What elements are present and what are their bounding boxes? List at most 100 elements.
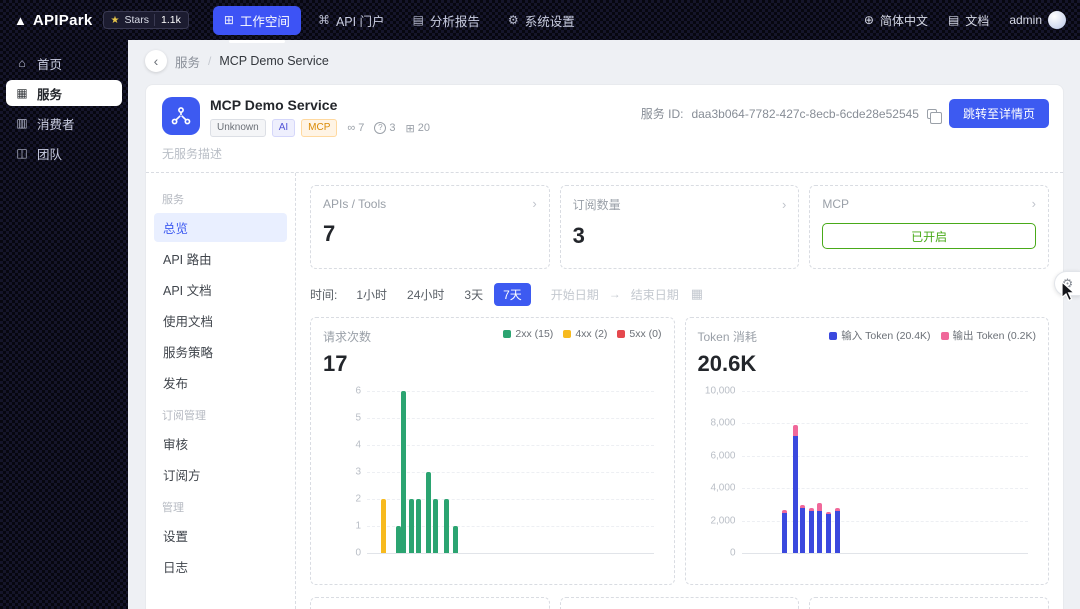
date-range-picker[interactable]: 开始日期 → 结束日期 (551, 286, 679, 303)
chart-bar[interactable] (452, 526, 458, 553)
chart-bar[interactable] (800, 505, 806, 553)
legend-marker (617, 330, 626, 338)
menu-item[interactable]: 日志 (154, 552, 287, 581)
chart-bar[interactable] (381, 499, 387, 553)
y-axis-label: 3 (355, 466, 361, 478)
start-date-input[interactable]: 开始日期 (551, 286, 599, 303)
y-axis-label: 2,000 (710, 515, 736, 527)
bar-segment (800, 507, 806, 553)
bar-segment (444, 499, 450, 553)
topnav-items: ⊞ 工作空间 ⌘ API 门户 ▤ 分析报告 ⚙ 系统设置 (212, 5, 586, 43)
menu-item[interactable]: 发布 (154, 368, 287, 397)
stat-card-value: 3 (572, 223, 585, 248)
topnav-item[interactable]: ⊞ 工作空间 (212, 5, 301, 43)
goto-detail-button[interactable]: 跳转至详情页 (948, 99, 1049, 128)
chart-total: 17 (323, 351, 348, 376)
sidebar-item[interactable]: ▥ 消费者 (6, 110, 122, 136)
floating-settings-button[interactable]: ⚙ (1054, 271, 1080, 296)
chart-total: 20.6K (697, 351, 757, 376)
github-stars-badge[interactable]: ★ Stars 1.1k (102, 11, 189, 29)
menu-item[interactable]: 设置 (154, 521, 287, 550)
chart-bar[interactable] (401, 391, 407, 553)
consumers-icon: ▥ (16, 116, 28, 130)
menu-item[interactable]: 服务策略 (154, 337, 287, 366)
topnav-item-label: API 门户 (335, 14, 385, 29)
menu-section-title: 服务 (162, 194, 184, 206)
sidebar-item[interactable]: ⌂ 首页 (6, 50, 122, 76)
chart-bar[interactable] (793, 425, 799, 553)
sidebar-item[interactable]: ▦ 服务 (6, 80, 122, 106)
topnav-item[interactable]: ▤ 分析报告 (402, 6, 491, 35)
topnav-item-label: 系统设置 (524, 14, 575, 29)
mcp-enabled-button[interactable]: 已开启 (822, 223, 1037, 249)
sidebar-item-label: 团队 (37, 147, 63, 162)
menu-item[interactable]: 审核 (154, 429, 287, 458)
service-icon (162, 97, 200, 135)
docs-link[interactable]: ▤ 文档 (948, 12, 989, 29)
gridline (741, 391, 1028, 392)
y-axis-label: 10,000 (704, 385, 736, 397)
avg-token-rate-card: 平均 Token 速率 429 Token/s4 Token/s 9 Token… (310, 597, 550, 609)
y-axis-label: 4,000 (710, 482, 736, 494)
time-filter-chips: 1小时 24小时 3天 7天 (347, 282, 531, 306)
bar-segment (817, 510, 823, 553)
chevron-right-icon[interactable]: › (1032, 196, 1036, 211)
language-switcher[interactable]: ⊕ 简体中文 (864, 12, 928, 29)
time-chip[interactable]: 1小时 (347, 283, 396, 306)
mcp-card[interactable]: MCP › 已开启 (809, 185, 1050, 269)
time-chip[interactable]: 7天 (494, 282, 531, 306)
chart-bar[interactable] (425, 472, 431, 553)
service-tag: AI (271, 119, 296, 137)
back-button[interactable]: ‹ (145, 50, 167, 72)
bar-segment (781, 512, 787, 553)
chart-bar[interactable] (432, 499, 438, 553)
logo[interactable]: ▲ APIPark (14, 12, 93, 29)
legend-item[interactable]: 2xx (15) (503, 328, 553, 340)
time-chip[interactable]: 24小时 (398, 283, 453, 306)
time-chip[interactable]: 3天 (455, 283, 492, 306)
legend-label: 2xx (15) (515, 328, 554, 340)
legend-item[interactable]: 输出 Token (0.2K) (940, 328, 1036, 343)
menu-item[interactable]: 订阅方 (154, 460, 287, 489)
legend-item[interactable]: 输入 Token (20.4K) (829, 328, 931, 343)
user-menu[interactable]: admin (1009, 11, 1066, 29)
chart-bar[interactable] (444, 499, 450, 553)
topnav-item[interactable]: ⚙ 系统设置 (497, 6, 586, 35)
chart-bar[interactable] (408, 499, 414, 553)
bottom-cards-row: 平均 Token 速率 429 Token/s4 Token/s 9 Token… (310, 597, 1050, 609)
menu-item[interactable]: API 文档 (154, 275, 287, 304)
requests-plot: 6 5 4 3 2 1 0 (323, 383, 662, 561)
chart-bar[interactable] (834, 508, 840, 553)
chart-bar[interactable] (817, 502, 823, 553)
chevron-right-icon[interactable]: › (782, 197, 786, 212)
bar-segment (793, 436, 799, 553)
chart-bar[interactable] (826, 511, 832, 553)
chart-bar[interactable] (781, 510, 787, 553)
breadcrumb-parent[interactable]: 服务 (175, 52, 200, 71)
menu-item[interactable]: API 路由 (154, 244, 287, 273)
service-count: ⊞ 20 (405, 122, 429, 135)
menu-item[interactable]: 总览 (154, 213, 287, 242)
service-id-value: daa3b064-7782-427c-8ecb-6cde28e52545 (691, 106, 919, 121)
gridline (367, 553, 654, 554)
apis-tools-card[interactable]: APIs / Tools › 7 (310, 185, 550, 269)
service-count: ? 3 (374, 122, 395, 134)
chart-bar[interactable] (415, 499, 421, 553)
subscriptions-card[interactable]: 订阅数量 › 3 (559, 185, 800, 269)
legend-item[interactable]: 4xx (2) (563, 328, 607, 340)
sidebar-item-label: 消费者 (37, 117, 75, 132)
chart-bar[interactable] (395, 526, 401, 553)
menu-item[interactable]: 使用文档 (154, 306, 287, 335)
sidebar-item-label: 服务 (37, 87, 63, 102)
chart-title: 请求次数 (323, 330, 372, 344)
grid-count-icon: ⊞ (405, 122, 415, 135)
legend-item[interactable]: 5xx (0) (617, 328, 662, 340)
copy-icon[interactable] (926, 108, 942, 124)
topnav-item[interactable]: ⌘ API 门户 (307, 6, 396, 35)
chevron-right-icon[interactable]: › (532, 196, 536, 211)
chart-bar[interactable] (808, 508, 814, 553)
topnav-right: ⊕ 简体中文 ▤ 文档 admin (864, 11, 1066, 29)
end-date-input[interactable]: 结束日期 (631, 286, 679, 303)
sidebar-item[interactable]: ◫ 团队 (6, 140, 122, 166)
calendar-icon[interactable]: ▦ (691, 286, 703, 302)
